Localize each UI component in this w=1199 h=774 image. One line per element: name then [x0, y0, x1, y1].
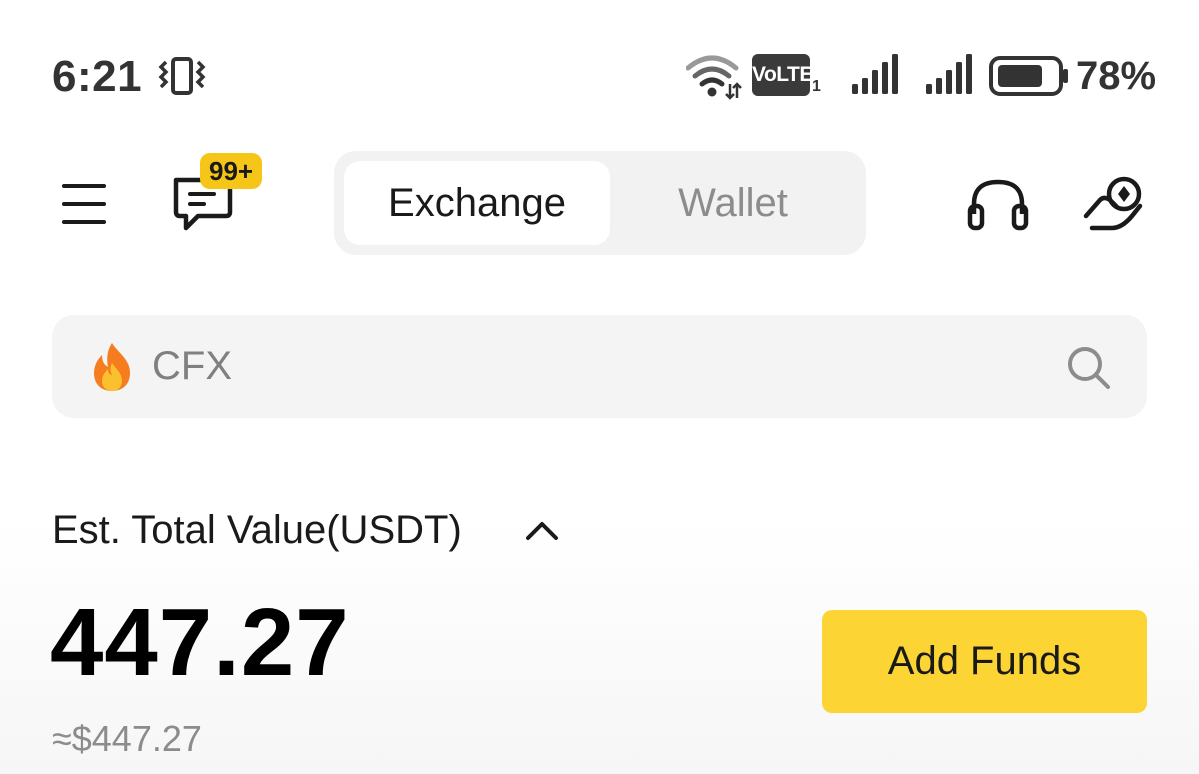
tab-exchange[interactable]: Exchange — [344, 161, 610, 245]
chevron-up-icon[interactable] — [524, 516, 560, 544]
battery-icon — [989, 56, 1068, 96]
signal-icon — [926, 54, 972, 94]
battery-percent: 78% — [1076, 54, 1157, 98]
headset-icon — [967, 179, 1029, 231]
support-button[interactable] — [966, 176, 1030, 232]
search-input[interactable]: CFX — [152, 315, 232, 418]
tab-wallet[interactable]: Wallet — [610, 161, 856, 245]
vibrate-icon — [158, 57, 206, 95]
menu-icon — [62, 184, 106, 224]
search-bar[interactable]: CFX — [52, 315, 1147, 418]
notification-badge: 99+ — [200, 153, 263, 189]
referral-hand-icon — [1083, 176, 1143, 231]
balance-value: 447.27 — [50, 589, 350, 696]
wifi-icon — [686, 55, 742, 100]
fire-icon — [94, 343, 130, 391]
search-icon[interactable] — [1064, 343, 1112, 391]
status-time: 6:21 — [52, 52, 143, 101]
balance-approx-usd: ≈$447.27 — [52, 718, 202, 759]
volte-sim-label: 1 — [812, 78, 821, 95]
signal-icon — [852, 54, 898, 94]
add-funds-button[interactable]: Add Funds — [822, 610, 1147, 713]
volte-badge: VoLTE — [752, 54, 813, 96]
est-total-value-label: Est. Total Value(USDT) — [52, 508, 462, 552]
menu-button[interactable] — [56, 176, 112, 232]
status-bar: 6:21 VoLTE 1 78% — [0, 0, 1199, 150]
referral-button[interactable] — [1082, 172, 1148, 234]
